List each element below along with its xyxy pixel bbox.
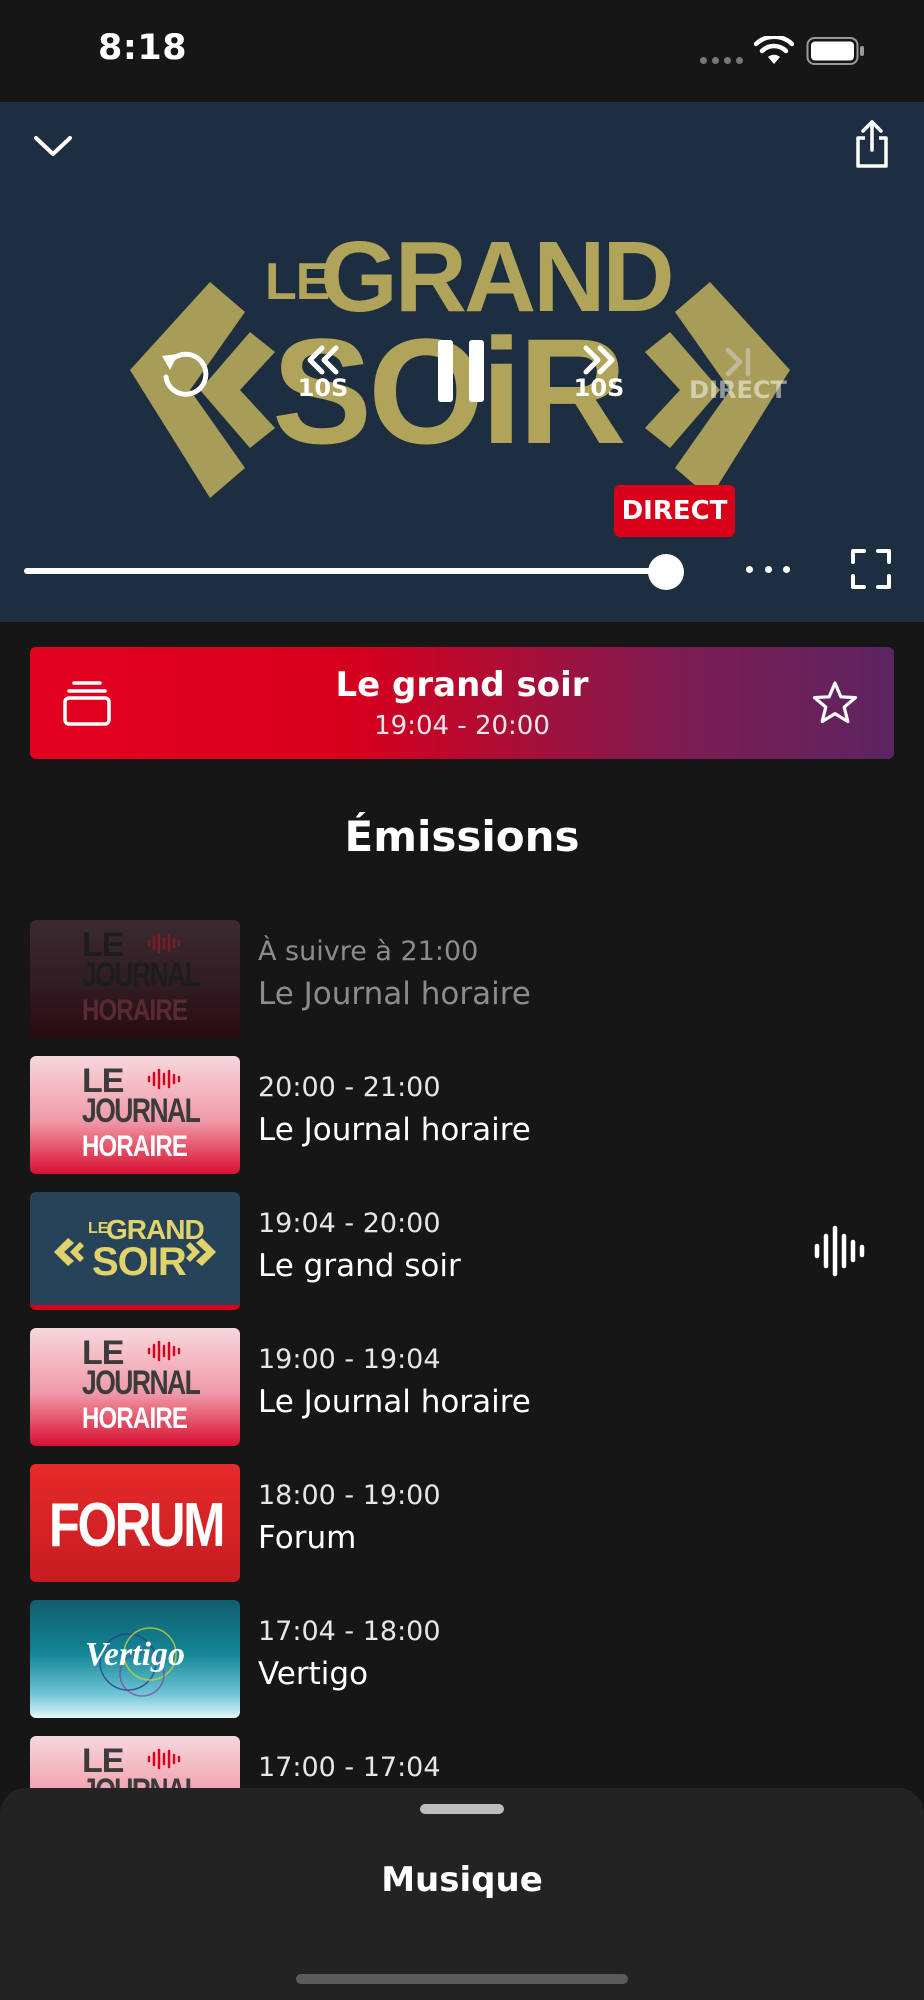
program-thumbnail: Vertigo xyxy=(30,1600,240,1718)
more-options-icon[interactable] xyxy=(746,554,790,584)
list-item[interactable]: Vertigo 17:04 - 18:00 Vertigo xyxy=(0,1600,924,1718)
program-thumbnail: LE JOURNAL HORAIRE xyxy=(30,1328,240,1446)
thumb-logo-text: FORUM xyxy=(48,1491,226,1560)
status-time: 8:18 xyxy=(98,28,188,68)
share-icon[interactable] xyxy=(852,118,892,170)
program-title: Forum xyxy=(258,1520,357,1556)
thumb-logo-text: JOURNAL xyxy=(82,1364,201,1402)
sheet-grabber-handle[interactable] xyxy=(420,1804,504,1814)
program-time: 20:00 - 21:00 xyxy=(258,1072,441,1103)
program-time: 17:00 - 17:04 xyxy=(258,1752,441,1783)
skip-forward-label: 10S xyxy=(573,374,625,402)
rewind-icon xyxy=(307,345,339,375)
go-live-label: DIRECT xyxy=(689,376,787,404)
star-icon[interactable] xyxy=(812,680,858,726)
sheet-title: Musique xyxy=(381,1860,543,1900)
thumb-logo-text: JOURNAL xyxy=(82,956,201,994)
program-title: Le Journal horaire xyxy=(258,1384,531,1420)
program-thumbnail: FORUM xyxy=(30,1464,240,1582)
now-playing-time: 19:04 - 20:00 xyxy=(374,711,550,741)
wifi-icon xyxy=(754,36,794,64)
list-item[interactable]: FORUM 18:00 - 19:00 Forum xyxy=(0,1464,924,1582)
program-time: 19:04 - 20:00 xyxy=(258,1208,441,1239)
pause-icon xyxy=(438,340,484,402)
thumb-logo-text: Vertigo xyxy=(84,1636,186,1673)
thumb-logo-text: JOURNAL xyxy=(82,1092,201,1130)
program-title: Le Journal horaire xyxy=(258,1112,531,1148)
program-time: 19:00 - 19:04 xyxy=(258,1344,441,1375)
now-playing-banner[interactable]: Le grand soir 19:04 - 20:00 xyxy=(30,647,894,759)
thumb-logo-text: HORAIRE xyxy=(82,1402,188,1435)
list-item[interactable]: LE JOURNAL HORAIRE 19:00 - 19:04 Le Jour… xyxy=(0,1328,924,1446)
program-time: À suivre à 21:00 xyxy=(258,936,479,967)
chevron-down-icon[interactable] xyxy=(28,126,78,166)
live-audio-wave-icon xyxy=(814,1225,865,1277)
program-time: 18:00 - 19:00 xyxy=(258,1480,441,1511)
pause-button[interactable] xyxy=(428,334,494,408)
audio-player: LE GRAND SOiR 10S 10S DIRECT DIRECT xyxy=(0,102,924,622)
soundwave-icon xyxy=(147,932,181,954)
skip-back-button[interactable]: 10S xyxy=(290,342,356,402)
program-title: Le Journal horaire xyxy=(258,976,531,1012)
program-thumbnail: LE GRAND SOIR xyxy=(30,1192,240,1310)
program-title: Vertigo xyxy=(258,1656,369,1692)
soundwave-icon xyxy=(147,1340,181,1362)
skip-forward-button[interactable]: 10S xyxy=(566,342,632,402)
program-thumbnail: LE JOURNAL HORAIRE xyxy=(30,1056,240,1174)
status-bar: 8:18 xyxy=(0,0,924,102)
go-live-button[interactable]: DIRECT xyxy=(686,344,790,404)
thumb-logo-text: SOIR xyxy=(92,1240,187,1284)
program-thumbnail: LE JOURNAL HORAIRE xyxy=(30,920,240,1038)
program-time: 17:04 - 18:00 xyxy=(258,1616,441,1647)
skip-to-end-icon xyxy=(725,347,751,377)
list-item[interactable]: LE GRAND SOIR 19:04 - 20:00 Le grand soi… xyxy=(0,1192,924,1310)
thumb-logo-text: HORAIRE xyxy=(82,1130,188,1163)
restart-button[interactable] xyxy=(154,344,216,406)
thumb-logo-text: HORAIRE xyxy=(82,994,188,1027)
now-playing-title: Le grand soir xyxy=(335,665,589,705)
list-item[interactable]: LE JOURNAL HORAIRE À suivre à 21:00 Le J… xyxy=(0,920,924,1038)
restart-icon xyxy=(162,351,209,397)
progress-bar[interactable] xyxy=(24,568,666,574)
battery-icon xyxy=(806,37,864,65)
section-title-emissions: Émissions xyxy=(344,812,580,861)
cellular-signal-icon xyxy=(700,57,743,64)
soundwave-icon xyxy=(147,1748,181,1770)
progress-scrubber-handle[interactable] xyxy=(648,554,684,590)
program-title: Le grand soir xyxy=(258,1248,461,1284)
music-bottom-sheet[interactable]: Musique xyxy=(0,1788,924,2000)
fullscreen-icon[interactable] xyxy=(850,548,892,590)
fast-forward-icon xyxy=(583,345,615,375)
skip-back-label: 10S xyxy=(297,374,349,402)
home-indicator xyxy=(296,1974,628,1984)
soundwave-icon xyxy=(147,1068,181,1090)
live-badge: DIRECT xyxy=(614,485,735,537)
list-item[interactable]: LE JOURNAL HORAIRE 20:00 - 21:00 Le Jour… xyxy=(0,1056,924,1174)
